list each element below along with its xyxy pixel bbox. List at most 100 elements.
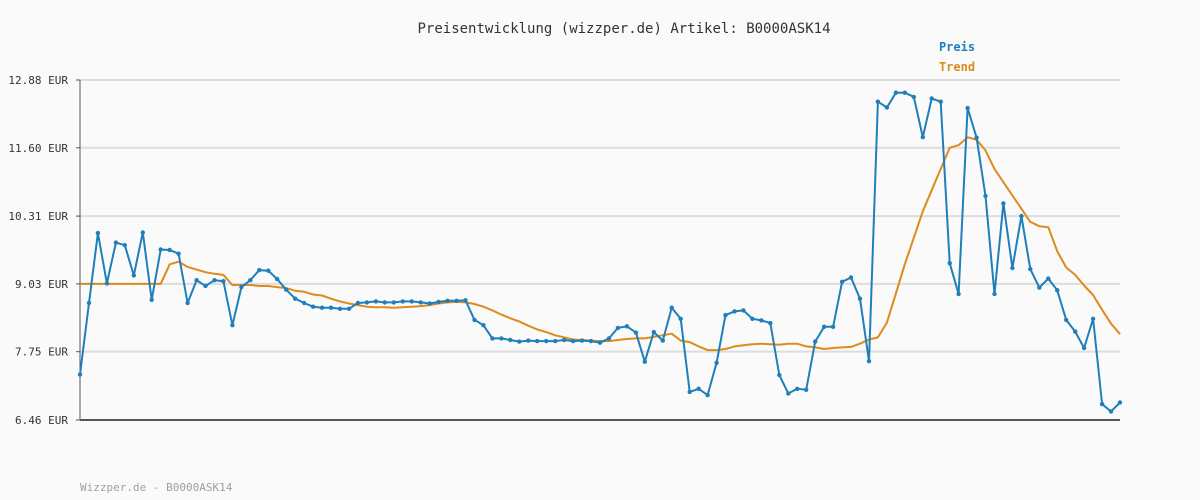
data-point	[122, 243, 128, 248]
data-point	[830, 324, 836, 329]
data-point	[346, 306, 352, 311]
legend-trend: Trend	[939, 60, 975, 74]
data-point	[230, 323, 235, 328]
data-point	[893, 90, 899, 95]
data-point	[310, 304, 316, 309]
data-point	[301, 300, 307, 306]
data-point	[77, 372, 83, 377]
data-point	[319, 305, 325, 310]
data-point	[86, 300, 92, 306]
data-point	[678, 316, 683, 321]
data-point	[355, 300, 361, 306]
data-point	[499, 336, 504, 341]
y-axis-ticks: 6.46 EUR 7.75 EUR 9.03 EUR 10.31 EUR 11.60 E…	[8, 74, 80, 427]
data-point	[1117, 400, 1123, 405]
data-point	[965, 105, 970, 111]
data-point	[149, 297, 154, 302]
data-point	[606, 336, 612, 341]
data-point	[813, 339, 818, 344]
data-point	[1090, 316, 1096, 321]
data-point	[481, 323, 486, 328]
data-point	[1081, 345, 1087, 351]
data-point	[472, 317, 477, 323]
data-point	[158, 247, 163, 252]
data-point	[597, 340, 603, 345]
data-point	[391, 300, 396, 305]
data-point	[570, 338, 576, 344]
data-point	[920, 135, 925, 140]
data-point	[759, 318, 764, 323]
data-point	[1019, 213, 1024, 219]
data-point	[248, 278, 253, 283]
data-point	[875, 99, 881, 104]
y-tick-label: 7.75 EUR	[15, 346, 68, 359]
data-point	[535, 338, 540, 344]
data-point	[696, 386, 701, 391]
data-point	[786, 391, 791, 396]
data-point	[848, 275, 854, 280]
data-point	[938, 99, 943, 104]
data-point	[1064, 317, 1069, 323]
y-tick-label: 11.60 EUR	[8, 142, 68, 155]
data-point	[544, 338, 549, 344]
data-point	[642, 359, 647, 364]
data-point	[239, 284, 244, 290]
data-point	[983, 193, 988, 199]
y-tick-label: 6.46 EUR	[15, 414, 68, 427]
data-point	[992, 291, 997, 297]
data-point	[732, 309, 737, 314]
data-point	[561, 337, 567, 343]
data-point	[275, 276, 280, 282]
data-point	[947, 261, 952, 266]
data-point	[768, 320, 773, 326]
data-point	[266, 268, 271, 273]
data-point	[660, 338, 665, 343]
data-point	[714, 360, 719, 365]
data-point	[866, 359, 872, 364]
data-point	[956, 291, 961, 297]
data-point	[857, 296, 863, 301]
data-point	[364, 300, 370, 305]
data-point	[257, 267, 262, 273]
data-point	[624, 324, 630, 329]
data-point	[929, 96, 934, 101]
data-point	[140, 230, 145, 235]
data-point	[454, 298, 459, 303]
data-point	[821, 324, 827, 329]
data-point	[633, 330, 639, 335]
data-point	[687, 389, 692, 395]
data-point	[588, 338, 594, 344]
chart-title: Preisentwicklung (wizzper.de) Artikel: B…	[417, 21, 830, 37]
data-point	[167, 247, 172, 253]
data-point	[212, 278, 217, 283]
y-tick-label: 12.88 EUR	[8, 74, 68, 87]
data-point	[615, 325, 621, 331]
data-point	[400, 299, 405, 304]
data-point	[131, 273, 136, 278]
data-point	[508, 337, 513, 343]
data-point	[651, 329, 656, 335]
data-point	[427, 301, 432, 306]
data-point	[328, 305, 334, 310]
data-point	[373, 299, 379, 304]
data-point	[337, 306, 343, 311]
data-point	[284, 287, 289, 292]
data-point	[1037, 285, 1042, 290]
data-point	[804, 387, 809, 392]
data-point	[553, 338, 558, 344]
data-point	[1073, 329, 1078, 334]
data-point	[884, 105, 890, 110]
data-point	[902, 90, 907, 95]
data-point	[741, 308, 746, 313]
data-point	[1001, 201, 1006, 206]
data-point	[436, 299, 441, 305]
data-point	[221, 279, 226, 284]
data-point	[1099, 401, 1105, 407]
data-point	[1055, 288, 1060, 293]
footer-credit: Wizzper.de - B0000ASK14	[80, 481, 233, 494]
price-chart: Preisentwicklung (wizzper.de) Artikel: B…	[8, 21, 1123, 494]
data-point	[185, 300, 190, 306]
data-point	[176, 251, 181, 256]
data-point	[579, 338, 585, 343]
data-point	[104, 281, 110, 286]
